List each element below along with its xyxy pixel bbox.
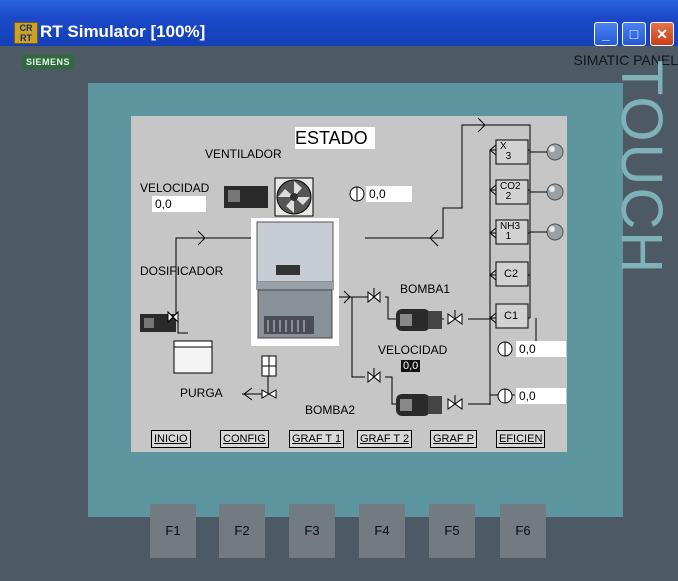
nav-graf-p-button[interactable]: GRAF P	[430, 430, 477, 448]
purga-label: PURGA	[180, 386, 223, 400]
velocidad2-value: 0,0	[401, 360, 421, 372]
bomba1-label: BOMBA1	[400, 282, 451, 296]
bomba2-label: BOMBA2	[305, 403, 356, 417]
velocidad2-label: VELOCIDAD	[378, 343, 448, 357]
ventilador-label: VENTILADOR	[205, 147, 282, 161]
f2-key[interactable]: F2	[219, 504, 265, 558]
f3-key[interactable]: F3	[289, 504, 335, 558]
estado-title: ESTADO	[295, 127, 375, 149]
nav-graf-t1-button[interactable]: GRAF T 1	[289, 430, 345, 448]
nav-graf-t2-button[interactable]: GRAF T 2	[357, 430, 413, 448]
analyzer-x: X 3	[500, 141, 512, 162]
nav-config-button[interactable]: CONFIG	[220, 430, 269, 448]
analyzer-c1: C1	[504, 310, 519, 322]
simulator-window: CR RT RT Simulator [100%] _ □ ✕ SIEMENS …	[0, 0, 678, 581]
f6-key[interactable]: F6	[500, 504, 546, 558]
sensor-bottom-value: 0,0	[516, 388, 566, 404]
dosificador-label: DOSIFICADOR	[140, 264, 224, 278]
analyzer-co2: CO2 2	[500, 181, 521, 202]
f5-key[interactable]: F5	[429, 504, 475, 558]
sensor-mid-value: 0,0	[516, 341, 566, 357]
f4-key[interactable]: F4	[359, 504, 405, 558]
process-diagram	[140, 117, 564, 416]
nav-inicio-button[interactable]: INICIO	[151, 430, 191, 448]
analyzer-nh3: NH3 1	[500, 221, 521, 242]
sensor-top-value: 0,0	[366, 186, 412, 202]
nav-eficien-button[interactable]: EFICIEN	[496, 430, 546, 448]
velocidad-label: VELOCIDAD	[140, 181, 210, 195]
f1-key[interactable]: F1	[150, 504, 196, 558]
velocidad-field[interactable]: 0,0	[152, 196, 206, 212]
analyzer-c2: C2	[504, 268, 519, 280]
